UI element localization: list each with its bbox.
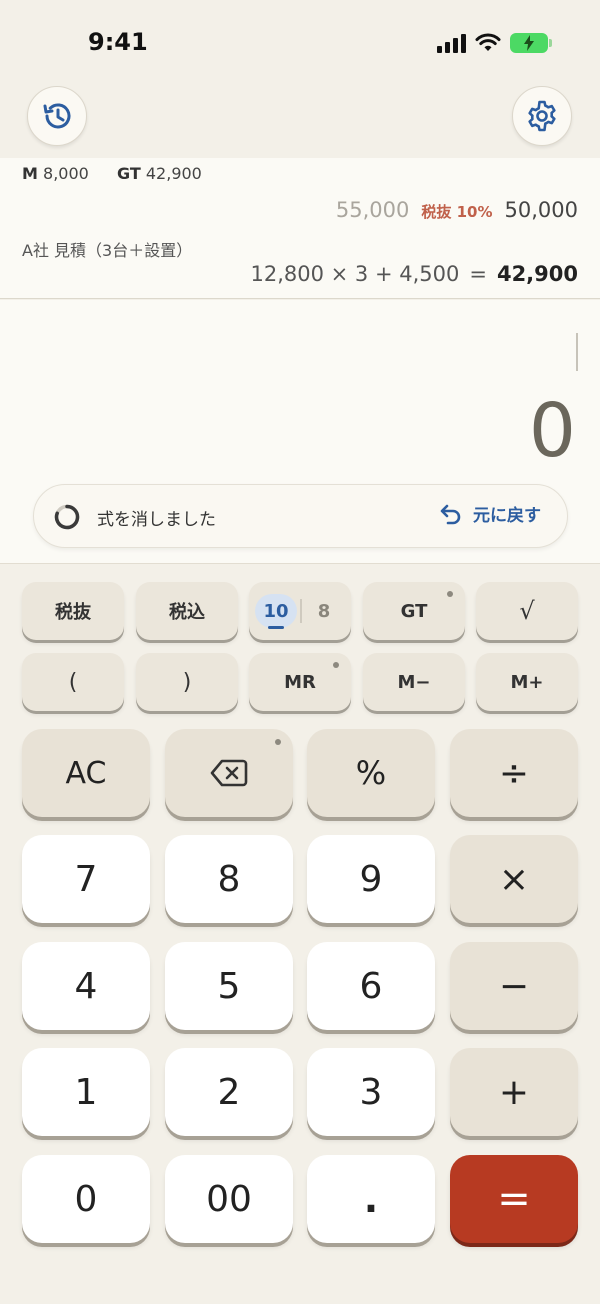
- memory-recall-label: MR: [284, 671, 316, 693]
- memory-label: M: [22, 164, 38, 183]
- tape-equals-sign: =: [469, 262, 487, 286]
- history-button[interactable]: [27, 86, 87, 146]
- undo-button[interactable]: 元に戻す: [439, 501, 541, 526]
- toast-message: 式を消しました: [97, 510, 216, 530]
- memory-minus-key[interactable]: M−: [363, 653, 465, 711]
- digit-0-key[interactable]: 0: [22, 1155, 150, 1243]
- digit-3-key[interactable]: 3: [307, 1048, 435, 1136]
- digit-6-key[interactable]: 6: [307, 942, 435, 1030]
- grand-total-label: GT: [117, 164, 141, 183]
- open-paren-key[interactable]: (: [22, 653, 124, 711]
- input-cursor: [576, 333, 578, 371]
- decimal-point-key[interactable]: .: [307, 1155, 435, 1243]
- equals-key[interactable]: =: [450, 1155, 578, 1243]
- double-zero-key[interactable]: 00: [165, 1155, 293, 1243]
- tape-memo[interactable]: A社 見積（3台＋設置）: [22, 237, 192, 261]
- cellular-signal-icon: [437, 33, 466, 53]
- square-root-key[interactable]: √: [476, 582, 578, 640]
- battery-charging-icon: [510, 33, 552, 53]
- tax-net-amount: 50,000: [504, 198, 578, 222]
- tape-expression: 12,800 × 3 + 4,500: [250, 262, 460, 286]
- main-display: 0 式を消しました 元に戻す: [0, 300, 600, 564]
- digit-4-key[interactable]: 4: [22, 942, 150, 1030]
- undo-label: 元に戻す: [473, 506, 541, 526]
- backspace-key[interactable]: [165, 729, 293, 817]
- backspace-icon: [210, 759, 248, 787]
- digit-7-key[interactable]: 7: [22, 835, 150, 923]
- settings-button[interactable]: [512, 86, 572, 146]
- close-paren-key[interactable]: ): [136, 653, 238, 711]
- memory-indicator-dot: [333, 662, 339, 668]
- tax-inclusive-key[interactable]: 税込: [136, 582, 238, 640]
- digit-2-key[interactable]: 2: [165, 1048, 293, 1136]
- backspace-indicator-dot: [275, 739, 281, 745]
- plus-key[interactable]: +: [450, 1048, 578, 1136]
- tape-row-expression[interactable]: 12,800 × 3 + 4,500 = 42,900: [250, 262, 578, 286]
- all-clear-key[interactable]: AC: [22, 729, 150, 817]
- gear-icon: [528, 100, 556, 132]
- digit-1-key[interactable]: 1: [22, 1048, 150, 1136]
- digit-5-key[interactable]: 5: [165, 942, 293, 1030]
- history-clock-icon: [43, 103, 71, 129]
- tax-rate-toggle[interactable]: 10 8: [249, 582, 351, 640]
- divide-key[interactable]: ÷: [450, 729, 578, 817]
- digit-8-key[interactable]: 8: [165, 835, 293, 923]
- status-time: 9:41: [88, 28, 148, 56]
- grand-total-key-label: GT: [400, 600, 428, 622]
- memory-recall-key[interactable]: MR: [249, 653, 351, 711]
- display-value: 0: [528, 388, 576, 474]
- grand-total-indicator-dot: [447, 591, 453, 597]
- grand-total-value: 42,900: [145, 164, 202, 183]
- tax-rate-option-8[interactable]: 8: [309, 594, 339, 628]
- undo-arrow-icon: [440, 504, 461, 524]
- digit-9-key[interactable]: 9: [307, 835, 435, 923]
- tax-rate-label: 税抜 10%: [421, 203, 493, 221]
- memory-status: M 8,000 GT 42,900: [22, 164, 202, 183]
- minus-key[interactable]: −: [450, 942, 578, 1030]
- memory-value: 8,000: [43, 164, 89, 183]
- keypad: 税抜 税込 10 8 GT √ ( ) MR M− M+ AC % ÷ 7 8 …: [0, 564, 600, 1304]
- undo-toast: 式を消しました 元に戻す: [33, 484, 568, 548]
- tax-exclusive-key[interactable]: 税抜: [22, 582, 124, 640]
- tax-gross-amount: 55,000: [335, 198, 410, 222]
- multiply-key[interactable]: ×: [450, 835, 578, 923]
- status-icons: [437, 32, 552, 54]
- tax-rate-option-10[interactable]: 10: [255, 594, 297, 628]
- wifi-icon: [475, 33, 501, 51]
- grand-total-key[interactable]: GT: [363, 582, 465, 640]
- tape-row-tax[interactable]: 55,000 税抜 10% 50,000: [336, 198, 578, 222]
- memory-plus-key[interactable]: M+: [476, 653, 578, 711]
- status-bar: 9:41: [0, 0, 600, 80]
- selected-indicator: [268, 626, 284, 629]
- history-tape[interactable]: M 8,000 GT 42,900 55,000 税抜 10% 50,000 A…: [0, 158, 600, 299]
- percent-key[interactable]: %: [307, 729, 435, 817]
- tape-result: 42,900: [496, 262, 578, 286]
- toggle-divider: [300, 599, 302, 623]
- countdown-spinner-icon: [54, 504, 80, 530]
